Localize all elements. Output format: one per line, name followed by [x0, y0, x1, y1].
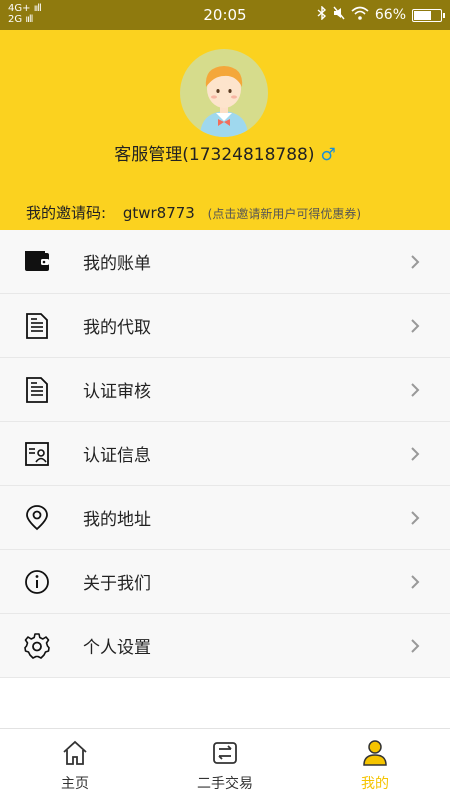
battery-percent: 66%	[374, 7, 406, 23]
chevron-right-icon	[411, 575, 420, 589]
chevron-right-icon	[411, 319, 420, 333]
battery-icon	[412, 8, 445, 22]
menu-item-address[interactable]: 我的地址	[0, 486, 450, 550]
chevron-right-icon	[411, 511, 420, 525]
avatar[interactable]	[180, 49, 268, 137]
menu-item-label: 我的账单	[83, 254, 151, 274]
menu-item-label: 认证信息	[83, 446, 151, 466]
tab-secondhand-trade[interactable]: 二手交易	[150, 729, 300, 800]
menu-item-label: 我的代取	[83, 318, 151, 338]
chevron-right-icon	[411, 383, 420, 397]
invite-hint: (点击邀请新用户可得优惠券)	[207, 207, 362, 221]
male-icon: ♂	[320, 145, 336, 165]
menu-item-settings[interactable]: 个人设置	[0, 614, 450, 678]
trade-icon	[213, 742, 237, 764]
menu-item-about[interactable]: 关于我们	[0, 550, 450, 614]
invite-code-row[interactable]: 我的邀请码: gtwr8773 (点击邀请新用户可得优惠券)	[26, 202, 361, 223]
invite-code: gtwr8773	[122, 204, 195, 222]
tab-label: 我的	[361, 776, 389, 792]
document-icon	[24, 377, 50, 403]
mute-icon	[333, 6, 345, 24]
tab-mine[interactable]: 我的	[300, 729, 450, 800]
profile-header: 客服管理(17324818788) ♂ 我的邀请码: gtwr8773 (点击邀请…	[0, 30, 450, 230]
menu-list: 我的账单 我的代取 认证审核 认证信息 我的地址 关于我们 个人设置	[0, 230, 450, 678]
tab-label: 二手交易	[197, 776, 253, 792]
wallet-icon	[24, 249, 50, 275]
info-icon	[24, 569, 50, 595]
menu-item-label: 关于我们	[83, 574, 151, 594]
chevron-right-icon	[411, 447, 420, 461]
id-card-icon	[24, 441, 50, 467]
tab-home[interactable]: 主页	[0, 729, 150, 800]
user-icon	[363, 740, 387, 766]
menu-item-label: 我的地址	[83, 510, 151, 530]
user-name-phone: 客服管理(17324818788) ♂	[0, 140, 450, 165]
chevron-right-icon	[411, 255, 420, 269]
bluetooth-icon	[317, 5, 327, 24]
gear-icon	[24, 633, 50, 659]
document-icon	[24, 313, 50, 339]
user-name-label: 客服管理(17324818788)	[114, 145, 315, 165]
bottom-tab-bar: 主页 二手交易 我的	[0, 728, 450, 800]
chevron-right-icon	[411, 639, 420, 653]
location-pin-icon	[24, 505, 50, 531]
status-bar: 4G+ ııll 2G ııll 20:05 66%	[0, 0, 450, 30]
invite-label: 我的邀请码:	[26, 204, 107, 222]
menu-item-pickup[interactable]: 我的代取	[0, 294, 450, 358]
home-icon	[63, 740, 87, 765]
tab-label: 主页	[61, 776, 89, 792]
wifi-icon	[351, 6, 369, 24]
menu-item-verification-review[interactable]: 认证审核	[0, 358, 450, 422]
menu-item-verification-info[interactable]: 认证信息	[0, 422, 450, 486]
menu-item-bills[interactable]: 我的账单	[0, 230, 450, 294]
menu-item-label: 个人设置	[83, 638, 151, 658]
menu-item-label: 认证审核	[83, 382, 151, 402]
